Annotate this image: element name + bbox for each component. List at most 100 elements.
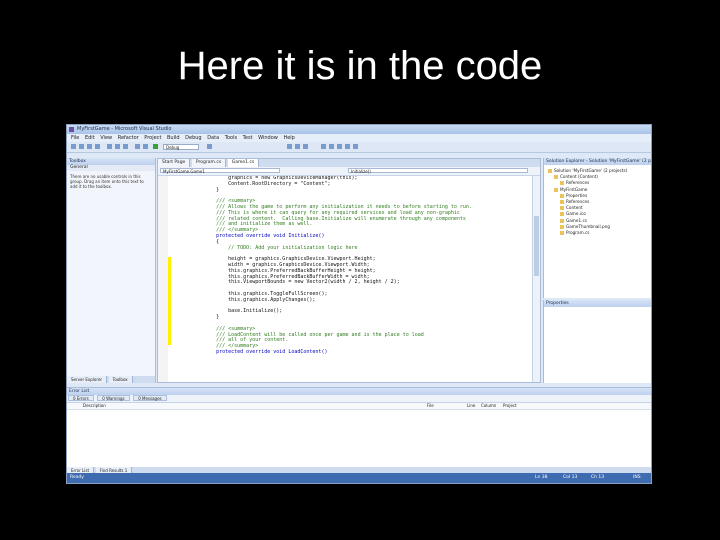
save-icon[interactable]: [87, 144, 92, 149]
solution-tree: Solution 'MyFirstGame' (2 projects) Conte…: [544, 165, 651, 236]
outdent-icon[interactable]: [345, 144, 350, 149]
tree-item-label: References: [566, 198, 590, 204]
tree-item-label: GameThumbnail.png: [566, 223, 610, 229]
error-list: Error List 0 Errors 0 Warnings 0 Message…: [67, 387, 651, 474]
tree-item-label: Content (Content): [560, 174, 598, 180]
window-titlebar: MyFirstGame - Microsoft Visual Studio: [67, 125, 651, 134]
menu-project[interactable]: Project: [144, 134, 161, 142]
toolbox-header: Toolbox: [67, 158, 155, 165]
menu-window[interactable]: Window: [258, 134, 278, 142]
messages-filter-button[interactable]: 0 Messages: [133, 395, 167, 401]
menu-view[interactable]: View: [100, 134, 112, 142]
properties-panel: Properties: [543, 300, 651, 383]
code-line[interactable]: protected override void LoadContent(): [192, 349, 472, 356]
undo-icon[interactable]: [135, 144, 140, 149]
uncomment-icon[interactable]: [329, 144, 334, 149]
step-icon[interactable]: [287, 144, 292, 149]
menu-data[interactable]: Data: [207, 134, 219, 142]
bookmark-icon[interactable]: [353, 144, 358, 149]
window-title: MyFirstGame - Microsoft Visual Studio: [77, 126, 172, 132]
tab-server-explorer[interactable]: Server Explorer: [67, 376, 108, 383]
menu-test[interactable]: Test: [243, 134, 253, 142]
column-column[interactable]: Column: [481, 403, 496, 409]
error-list-toolbar: 0 Errors 0 Warnings 0 Messages: [67, 395, 651, 403]
column-line[interactable]: Line: [467, 403, 475, 409]
tab-program-cs[interactable]: Program.cs: [191, 159, 227, 167]
member-dropdown[interactable]: Initialize(): [348, 168, 528, 174]
folder-icon: [554, 187, 558, 192]
status-ready: Ready: [70, 475, 84, 480]
slide-title: Here it is in the code: [177, 44, 543, 88]
visual-studio-icon: [69, 127, 74, 132]
tree-item-label: Program.cs: [566, 229, 590, 235]
paste-icon[interactable]: [123, 144, 128, 149]
menu-file[interactable]: File: [71, 134, 79, 142]
folder-icon: [560, 212, 564, 217]
tree-item-label: Content: [566, 205, 583, 211]
folder-icon: [560, 199, 564, 204]
type-dropdown[interactable]: MyFirstGame.Game1: [160, 168, 280, 174]
save-all-icon[interactable]: [95, 144, 100, 149]
tab-toolbox[interactable]: Toolbox: [108, 376, 133, 383]
column-project[interactable]: Project: [503, 403, 517, 409]
column-description[interactable]: Description: [83, 403, 106, 409]
code-lines: graphics = new GraphicsDeviceManager(thi…: [192, 176, 472, 356]
change-marker: [168, 257, 171, 345]
code-area[interactable]: graphics = new GraphicsDeviceManager(thi…: [158, 176, 532, 382]
column-file[interactable]: File: [427, 403, 434, 409]
redo-icon[interactable]: [143, 144, 148, 149]
solution-explorer: Solution Explorer - Solution 'MyFirstGam…: [543, 158, 651, 298]
step-over-icon[interactable]: [295, 144, 300, 149]
menu-tools[interactable]: Tools: [225, 134, 237, 142]
copy-icon[interactable]: [115, 144, 120, 149]
folder-icon: [560, 230, 564, 235]
tree-item[interactable]: Program.cs: [544, 229, 651, 236]
error-list-columns: Description File Line Column Project: [67, 403, 651, 410]
folder-icon: [554, 175, 558, 180]
solution-config-combo[interactable]: Debug: [163, 144, 199, 150]
code-editor: Start Page Program.cs Game1.cs MyFirstGa…: [157, 158, 541, 383]
warnings-filter-button[interactable]: 0 Warnings: [97, 395, 130, 401]
menu-bar: File Edit View Refactor Project Build De…: [67, 134, 651, 142]
properties-header: Properties: [544, 300, 651, 307]
step-out-icon[interactable]: [303, 144, 308, 149]
comment-icon[interactable]: [321, 144, 326, 149]
solution-explorer-header: Solution Explorer - Solution 'MyFirstGam…: [544, 158, 651, 165]
error-list-header: Error List: [67, 388, 651, 395]
menu-edit[interactable]: Edit: [85, 134, 95, 142]
standard-toolbar: Debug: [67, 142, 651, 153]
menu-build[interactable]: Build: [167, 134, 180, 142]
toolbox-empty-message: There are no usable controls in this gro…: [70, 174, 144, 189]
status-char: Ch 13: [591, 475, 605, 480]
tree-item-label: Properties: [566, 192, 588, 198]
folder-icon: [560, 193, 564, 198]
find-icon[interactable]: [207, 144, 212, 149]
tree-item-label: Game1.cs: [566, 217, 587, 223]
menu-debug[interactable]: Debug: [185, 134, 201, 142]
status-bar: Ready Ln 38 Col 13 Ch 13 INS: [67, 473, 651, 483]
start-debugging-icon[interactable]: [153, 144, 158, 149]
folder-icon: [560, 218, 564, 223]
status-insert-mode: INS: [633, 475, 641, 480]
status-line: Ln 38: [535, 475, 548, 480]
tree-item-label: Game.ico: [566, 211, 586, 217]
menu-refactor[interactable]: Refactor: [118, 134, 139, 142]
tab-start-page[interactable]: Start Page: [158, 159, 191, 167]
document-tabs: Start Page Program.cs Game1.cs: [158, 159, 540, 167]
folder-icon: [548, 169, 552, 173]
ide-screenshot: MyFirstGame - Microsoft Visual Studio Fi…: [66, 124, 652, 484]
menu-help[interactable]: Help: [283, 134, 294, 142]
cut-icon[interactable]: [107, 144, 112, 149]
tab-game1-cs[interactable]: Game1.cs: [227, 159, 260, 167]
toolbox-tabstrip: Server Explorer Toolbox: [67, 376, 155, 383]
new-project-icon[interactable]: [71, 144, 76, 149]
scrollbar-thumb[interactable]: [534, 216, 539, 276]
open-file-icon[interactable]: [79, 144, 84, 149]
indent-icon[interactable]: [337, 144, 342, 149]
errors-filter-button[interactable]: 0 Errors: [68, 395, 94, 401]
folder-icon: [560, 181, 564, 186]
toolbox-panel: Toolbox General There are no usable cont…: [67, 158, 156, 383]
editor-scrollbar[interactable]: [532, 176, 540, 382]
tree-item-label: References: [566, 180, 590, 186]
breakpoint-margin[interactable]: [158, 176, 168, 382]
